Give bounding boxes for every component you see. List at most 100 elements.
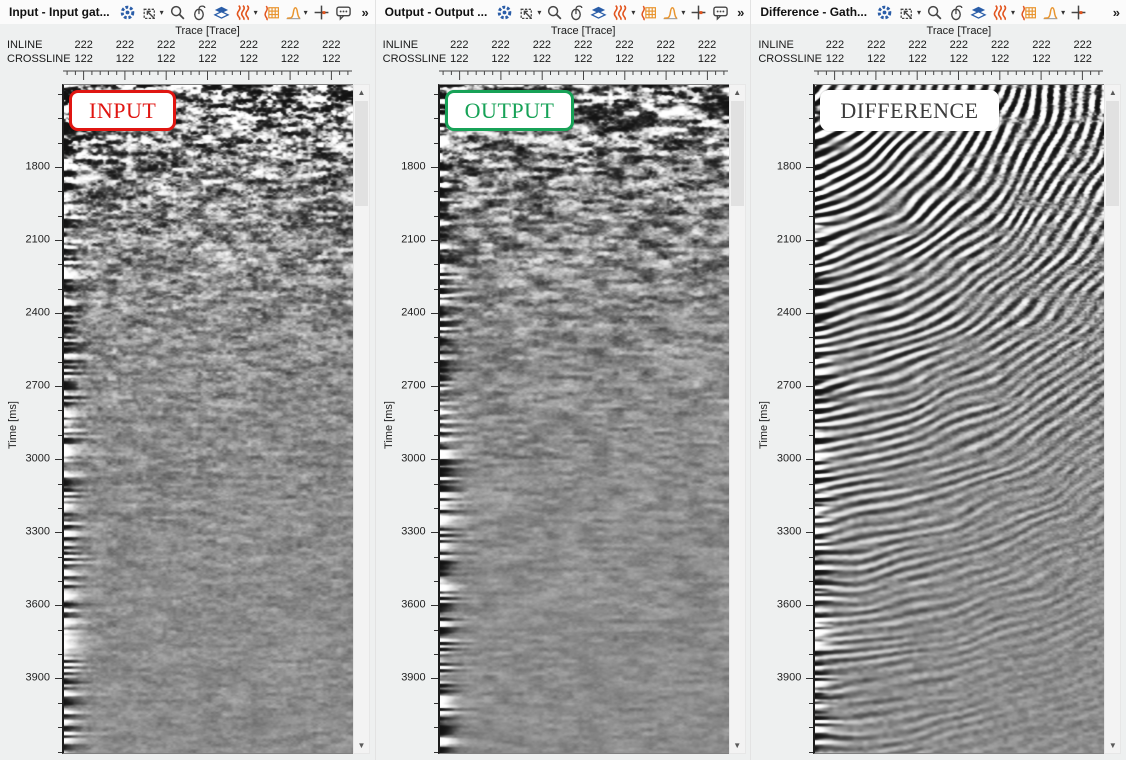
scroll-up-button[interactable]: ▲ — [1105, 85, 1120, 100]
scroll-down-button[interactable]: ▼ — [354, 738, 369, 753]
crossline-label: CROSSLINE — [7, 53, 71, 65]
scroll-down-button[interactable]: ▼ — [730, 738, 745, 753]
dropdown-caret-icon[interactable]: ▾ — [304, 8, 308, 17]
seismic-view: INPUT — [62, 84, 353, 754]
crossline-value: 122 — [74, 53, 92, 65]
dropdown-caret-icon[interactable]: ▾ — [917, 8, 921, 17]
time-tick-label: 2100 — [26, 233, 50, 245]
crosshair-icon[interactable] — [313, 4, 330, 21]
crossline-value: 122 — [240, 53, 258, 65]
inline-value: 222 — [615, 39, 633, 51]
seismic-workspace: Input - Input gat... ▾▾▾» Trace [Trace] … — [0, 0, 1126, 760]
crossline-value: 122 — [491, 53, 509, 65]
dropdown-caret-icon[interactable]: ▾ — [537, 8, 541, 17]
waves-icon[interactable] — [235, 4, 252, 21]
dropdown-caret-icon[interactable]: ▾ — [681, 8, 685, 17]
mouse-icon[interactable] — [191, 4, 208, 21]
crossline-label: CROSSLINE — [383, 53, 447, 65]
layers-icon[interactable] — [590, 4, 607, 21]
mouse-icon[interactable] — [568, 4, 585, 21]
scroll-up-button[interactable]: ▲ — [354, 85, 369, 100]
trace-tick-axis — [439, 70, 728, 83]
resize-icon[interactable] — [141, 4, 158, 21]
grid-icon[interactable] — [263, 4, 280, 21]
inline-value: 222 — [322, 39, 340, 51]
crossline-value: 122 — [116, 53, 134, 65]
toolbar-overflow-button[interactable]: » — [1111, 5, 1122, 20]
seismic-canvas-output[interactable] — [440, 85, 729, 753]
crossline-value: 122 — [322, 53, 340, 65]
seismic-view: DIFFERENCE — [813, 84, 1104, 754]
vertical-scrollbar[interactable]: ▲▼ — [729, 84, 746, 754]
inline-value: 222 — [574, 39, 592, 51]
time-tick-label: 3000 — [401, 453, 425, 465]
time-major-tick — [55, 678, 62, 679]
crossline-value: 122 — [281, 53, 299, 65]
histogram-icon[interactable] — [285, 4, 302, 21]
toolbar-icons: ▾ ▾ ▾ » — [496, 4, 746, 21]
dropdown-caret-icon[interactable]: ▾ — [1061, 8, 1065, 17]
crosshair-icon[interactable] — [690, 4, 707, 21]
time-major-tick — [431, 605, 438, 606]
time-axis-label: Time [ms] — [7, 395, 19, 455]
toolbar-overflow-button[interactable]: » — [735, 5, 746, 20]
time-axis: Time [ms] 180021002400270030003300360039… — [0, 84, 62, 754]
toolbar-overflow-button[interactable]: » — [359, 5, 370, 20]
mouse-icon[interactable] — [948, 4, 965, 21]
seismic-view: OUTPUT — [438, 84, 729, 754]
scrollbar-thumb[interactable] — [355, 101, 368, 206]
time-tick-label: 3600 — [401, 599, 425, 611]
resize-icon[interactable] — [518, 4, 535, 21]
vertical-scrollbar[interactable]: ▲▼ — [1104, 84, 1121, 754]
resize-icon[interactable] — [898, 4, 915, 21]
panel-toolbar: Difference - Gath... ▾ ▾ ▾ » — [751, 0, 1126, 24]
layers-icon[interactable] — [213, 4, 230, 21]
time-major-tick — [55, 167, 62, 168]
waves-icon[interactable] — [992, 4, 1009, 21]
seismic-canvas-input[interactable] — [64, 85, 353, 753]
gear-icon[interactable] — [496, 4, 513, 21]
gear-icon[interactable] — [876, 4, 893, 21]
zoom-icon[interactable] — [926, 4, 943, 21]
dropdown-caret-icon[interactable]: ▾ — [1011, 8, 1015, 17]
histogram-icon[interactable] — [1042, 4, 1059, 21]
crossline-label: CROSSLINE — [758, 53, 822, 65]
panel-toolbar: Output - Output ... ▾ ▾ ▾ » — [376, 0, 751, 24]
time-major-tick — [806, 240, 813, 241]
scroll-up-button[interactable]: ▲ — [730, 85, 745, 100]
crossline-value: 122 — [615, 53, 633, 65]
grid-icon[interactable] — [1020, 4, 1037, 21]
time-major-tick — [431, 240, 438, 241]
inline-values: 222222222222222222222 — [439, 39, 728, 52]
time-tick-label: 3000 — [26, 453, 50, 465]
vertical-scrollbar[interactable]: ▲▼ — [353, 84, 370, 754]
scrollbar-thumb[interactable] — [1106, 101, 1119, 206]
comment-icon[interactable] — [712, 4, 729, 21]
layers-icon[interactable] — [970, 4, 987, 21]
time-major-tick — [431, 167, 438, 168]
inline-value: 222 — [826, 39, 844, 51]
scrollbar-thumb[interactable] — [731, 101, 744, 206]
histogram-icon[interactable] — [662, 4, 679, 21]
dropdown-caret-icon[interactable]: ▾ — [254, 8, 258, 17]
grid-icon[interactable] — [640, 4, 657, 21]
panel-title[interactable]: Output - Output ... — [385, 5, 488, 19]
scroll-down-button[interactable]: ▼ — [1105, 738, 1120, 753]
time-tick-label: 3600 — [777, 599, 801, 611]
dropdown-caret-icon[interactable]: ▾ — [160, 8, 164, 17]
seismic-canvas-difference[interactable] — [815, 85, 1104, 753]
waves-icon[interactable] — [612, 4, 629, 21]
panel-title[interactable]: Input - Input gat... — [9, 5, 110, 19]
crosshair-icon[interactable] — [1070, 4, 1087, 21]
zoom-icon[interactable] — [546, 4, 563, 21]
inline-value: 222 — [157, 39, 175, 51]
gear-icon[interactable] — [119, 4, 136, 21]
time-major-tick — [55, 532, 62, 533]
panel-title[interactable]: Difference - Gath... — [760, 5, 867, 19]
time-major-tick — [806, 386, 813, 387]
trace-axis-title: Trace [Trace] — [814, 25, 1103, 37]
dropdown-caret-icon[interactable]: ▾ — [631, 8, 635, 17]
crossline-value: 122 — [450, 53, 468, 65]
zoom-icon[interactable] — [169, 4, 186, 21]
comment-icon[interactable] — [335, 4, 352, 21]
